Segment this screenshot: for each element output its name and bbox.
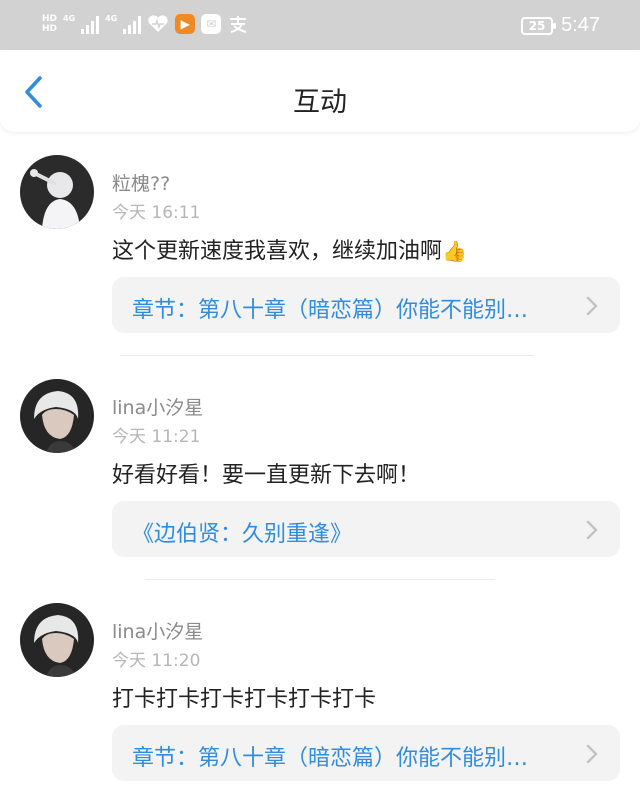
- network-type-1: 4G: [63, 14, 76, 23]
- avatar[interactable]: [20, 155, 94, 229]
- comment-body: 这个更新速度我喜欢，继续加油啊: [112, 239, 443, 264]
- app-header: 互动: [0, 50, 640, 132]
- heart-icon: [148, 15, 168, 33]
- comment-text: 好看好看！要一直更新下去啊！: [112, 463, 421, 488]
- status-bar: HD HD 4G 4G ▶ ✉ 25 5:47: [0, 0, 640, 50]
- divider: [120, 355, 534, 356]
- novel-link-card[interactable]: 《边伯贤：久别重逢》: [112, 501, 620, 557]
- novel-link-text: 《边伯贤：久别重逢》: [132, 522, 353, 547]
- status-icons: HD HD 4G 4G ▶ ✉: [42, 14, 249, 34]
- chapter-link-text: 章节：第八十章（暗恋篇）你能不能别…: [132, 298, 529, 323]
- battery-icon: 25: [521, 16, 557, 35]
- user-name[interactable]: 粒槐??: [112, 169, 170, 196]
- comment-time: 今天 11:20: [112, 651, 201, 671]
- hd-indicator: HD HD: [42, 14, 57, 34]
- chapter-link-card[interactable]: 章节：第八十章（暗恋篇）你能不能别…: [112, 725, 620, 781]
- thumbs-up-icon: 👍: [442, 239, 467, 263]
- chapter-link-text: 章节：第八十章（暗恋篇）你能不能别…: [132, 746, 529, 771]
- status-right: 25 5:47: [521, 14, 600, 37]
- avatar[interactable]: [20, 379, 94, 453]
- avatar-image: [20, 155, 94, 229]
- avatar-image: [20, 379, 94, 453]
- mail-app-icon: ✉: [201, 14, 222, 34]
- user-name[interactable]: lina小汐星: [112, 393, 203, 420]
- comment-text: 打卡打卡打卡打卡打卡打卡: [112, 687, 377, 712]
- hd-label: HD: [42, 14, 58, 24]
- comment-time: 今天 16:11: [112, 203, 201, 223]
- alipay-icon: [230, 16, 247, 33]
- avatar-image: [20, 603, 94, 677]
- comment-time: 今天 11:21: [112, 427, 201, 447]
- network-type-2: 4G: [105, 14, 118, 23]
- avatar[interactable]: [20, 603, 94, 677]
- divider: [145, 579, 495, 580]
- chapter-link-card[interactable]: 章节：第八十章（暗恋篇）你能不能别…: [112, 277, 620, 333]
- status-time: 5:47: [561, 14, 600, 36]
- chevron-right-icon: [586, 520, 598, 540]
- video-app-icon: ▶: [175, 14, 196, 34]
- page-title: 互动: [293, 87, 347, 118]
- signal-icon: [81, 14, 100, 34]
- hd-label-2: HD: [42, 24, 58, 34]
- user-name[interactable]: lina小汐星: [112, 617, 203, 644]
- chevron-right-icon: [586, 296, 598, 316]
- comment-text: 这个更新速度我喜欢，继续加油啊👍: [112, 233, 467, 265]
- chevron-right-icon: [586, 744, 598, 764]
- signal-icon-2: [123, 14, 142, 34]
